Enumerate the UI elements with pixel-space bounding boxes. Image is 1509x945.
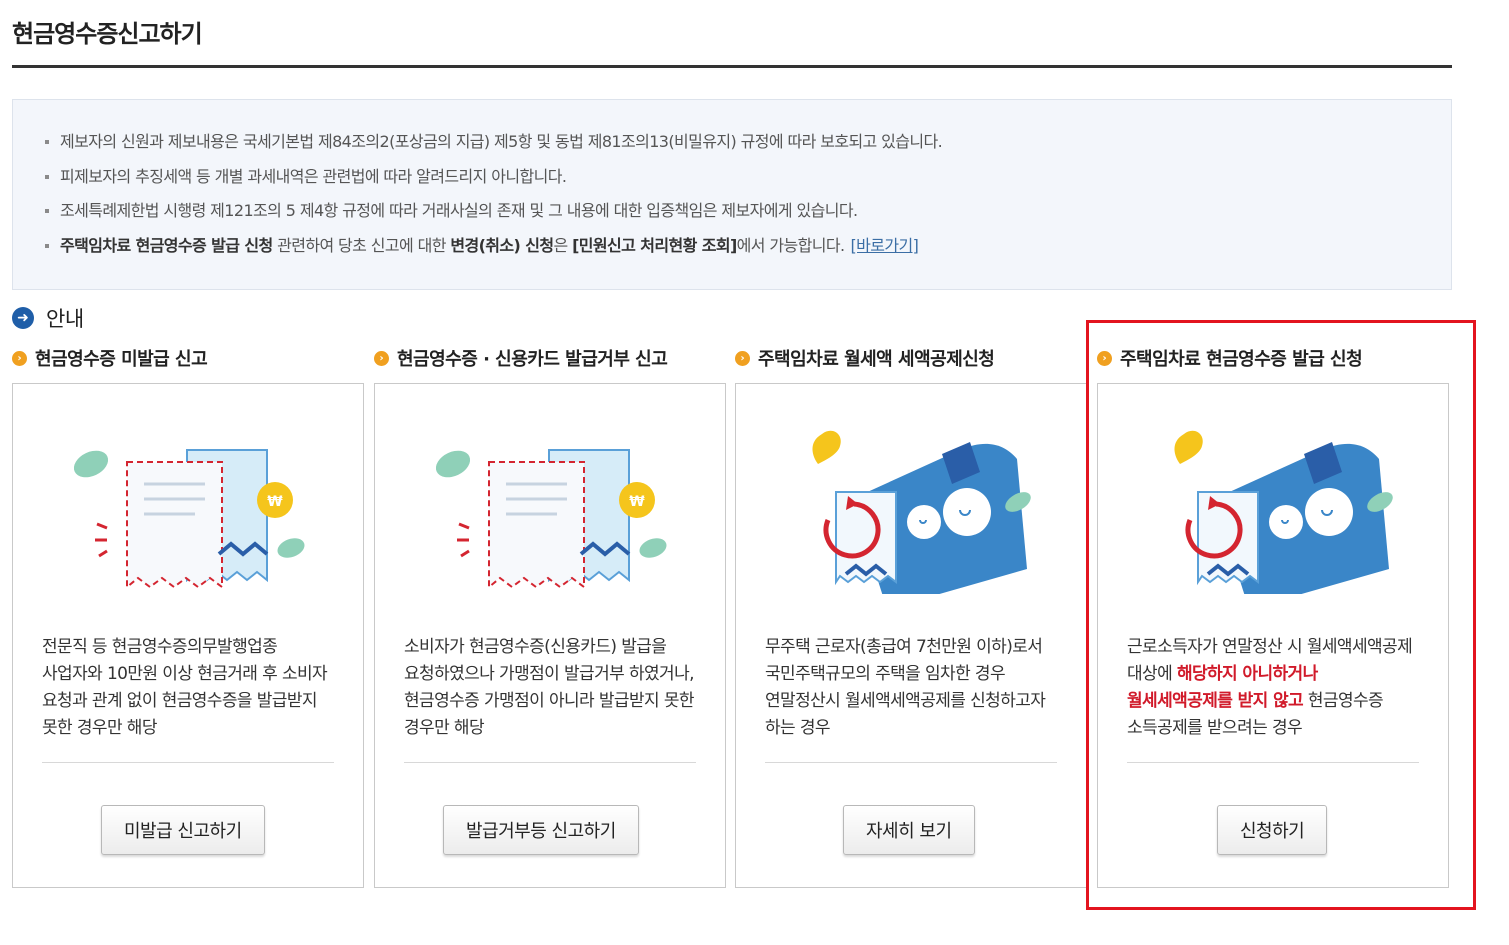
receipt-coin-icon: ₩: [435, 449, 667, 590]
notice-text: 조세특례제한법 시행령 제121조의 5 제4항 규정에 따라 거래사실의 존재…: [60, 201, 858, 220]
desc-text: 소비자가 현금영수증(신용카드) 발급을 요청하였으나 가맹점이 발급거부 하였…: [404, 637, 695, 738]
desc-text: 전문직 등 현금영수증의무발행업종 사업자와 10만원 이상 현금거래 후 소비…: [42, 637, 328, 738]
bullet-icon: [45, 140, 49, 144]
card-unissued-report: ₩ 전문직 등 현금영수증의무발행업종 사업자와 10만원 이상 현금거래 후 …: [12, 383, 364, 888]
notice-text: 피제보자의 추징세액 등 개별 과세내역은 관련법에 따라 알려드리지 아니합니…: [60, 166, 567, 186]
orange-arrow-icon: ›: [12, 350, 27, 366]
orange-arrow-icon: ›: [735, 350, 750, 366]
view-details-button[interactable]: 자세히 보기: [843, 805, 975, 855]
receipt-coin-icon: ₩: [73, 449, 305, 590]
notice-emphasis: 변경(취소) 신청: [450, 235, 554, 255]
card-description: 무주택 근로자(총급여 7천만원 이하)로서 국민주택규모의 주택을 임차한 경…: [765, 634, 1061, 742]
card-heading-label: 현금영수증 · 신용카드 발급거부 신고: [397, 349, 668, 370]
notice-text: 은: [553, 235, 573, 255]
notice-emphasis: [민원신고 처리현황 조회]: [572, 235, 737, 255]
shortcut-link[interactable]: [바로가기]: [850, 236, 918, 255]
bullet-icon: [45, 243, 49, 248]
card-refusal-report: ₩ 소비자가 현금영수증(신용카드) 발급을 요청하였으나 가맹점이 발급거부 …: [374, 383, 726, 888]
card-divider: [42, 762, 334, 763]
notice-item: 조세특례제한법 시행령 제121조의 5 제4항 규정에 따라 거래사실의 존재…: [43, 194, 1451, 229]
card-heading-refusal: › 현금영수증 · 신용카드 발급거부 신고: [374, 345, 668, 371]
page-title: 현금영수증신고하기: [12, 20, 203, 48]
svg-text:₩: ₩: [629, 494, 645, 510]
notice-text: 에서 가능합니다.: [736, 235, 845, 255]
desc-text: 무주택 근로자(총급여 7천만원 이하)로서 국민주택규모의 주택을 임차한 경…: [765, 637, 1046, 738]
selection-highlight-frame: [1086, 320, 1476, 910]
notice-emphasis: 주택임차료 현금영수증 발급 신청: [60, 235, 273, 255]
unissued-report-button[interactable]: 미발급 신고하기: [101, 805, 265, 855]
notice-text: 제보자의 신원과 제보내용은 국세기본법 제84조의2(포상금의 지급) 제5항…: [60, 132, 943, 151]
notice-item: 주택임차료 현금영수증 발급 신청 관련하여 당초 신고에 대한 변경(취소) …: [43, 229, 1451, 264]
notice-box: 제보자의 신원과 제보내용은 국세기본법 제84조의2(포상금의 지급) 제5항…: [12, 99, 1452, 290]
notice-item: 제보자의 신원과 제보내용은 국세기본법 제84조의2(포상금의 지급) 제5항…: [43, 125, 1451, 160]
section-heading: ➜ 안내: [12, 303, 84, 333]
notice-text: 관련하여 당초 신고에 대한: [272, 235, 451, 255]
card-heading-unissued: › 현금영수증 미발급 신고: [12, 345, 208, 371]
title-divider: [12, 65, 1452, 68]
card-rent-deduction: 무주택 근로자(총급여 7천만원 이하)로서 국민주택규모의 주택을 임차한 경…: [735, 383, 1087, 888]
bullet-icon: [45, 174, 49, 179]
card-divider: [404, 762, 696, 763]
house-refund-icon: [812, 430, 1031, 594]
card-description: 소비자가 현금영수증(신용카드) 발급을 요청하였으나 가맹점이 발급거부 하였…: [404, 634, 700, 742]
svg-text:₩: ₩: [267, 494, 283, 510]
card-heading-rent-deduction: › 주택임차료 월세액 세액공제신청: [735, 345, 995, 371]
card-heading-label: 주택임차료 월세액 세액공제신청: [758, 349, 995, 370]
arrow-right-circle-icon: ➜: [12, 307, 34, 329]
card-description: 전문직 등 현금영수증의무발행업종 사업자와 10만원 이상 현금거래 후 소비…: [42, 634, 338, 742]
section-label: 안내: [46, 307, 84, 331]
card-divider: [765, 762, 1057, 763]
notice-item: 피제보자의 추징세액 등 개별 과세내역은 관련법에 따라 알려드리지 아니합니…: [43, 160, 1451, 195]
orange-arrow-icon: ›: [374, 350, 389, 366]
card-heading-label: 현금영수증 미발급 신고: [35, 349, 208, 370]
refusal-report-button[interactable]: 발급거부등 신고하기: [443, 805, 639, 855]
bullet-icon: [45, 209, 49, 213]
